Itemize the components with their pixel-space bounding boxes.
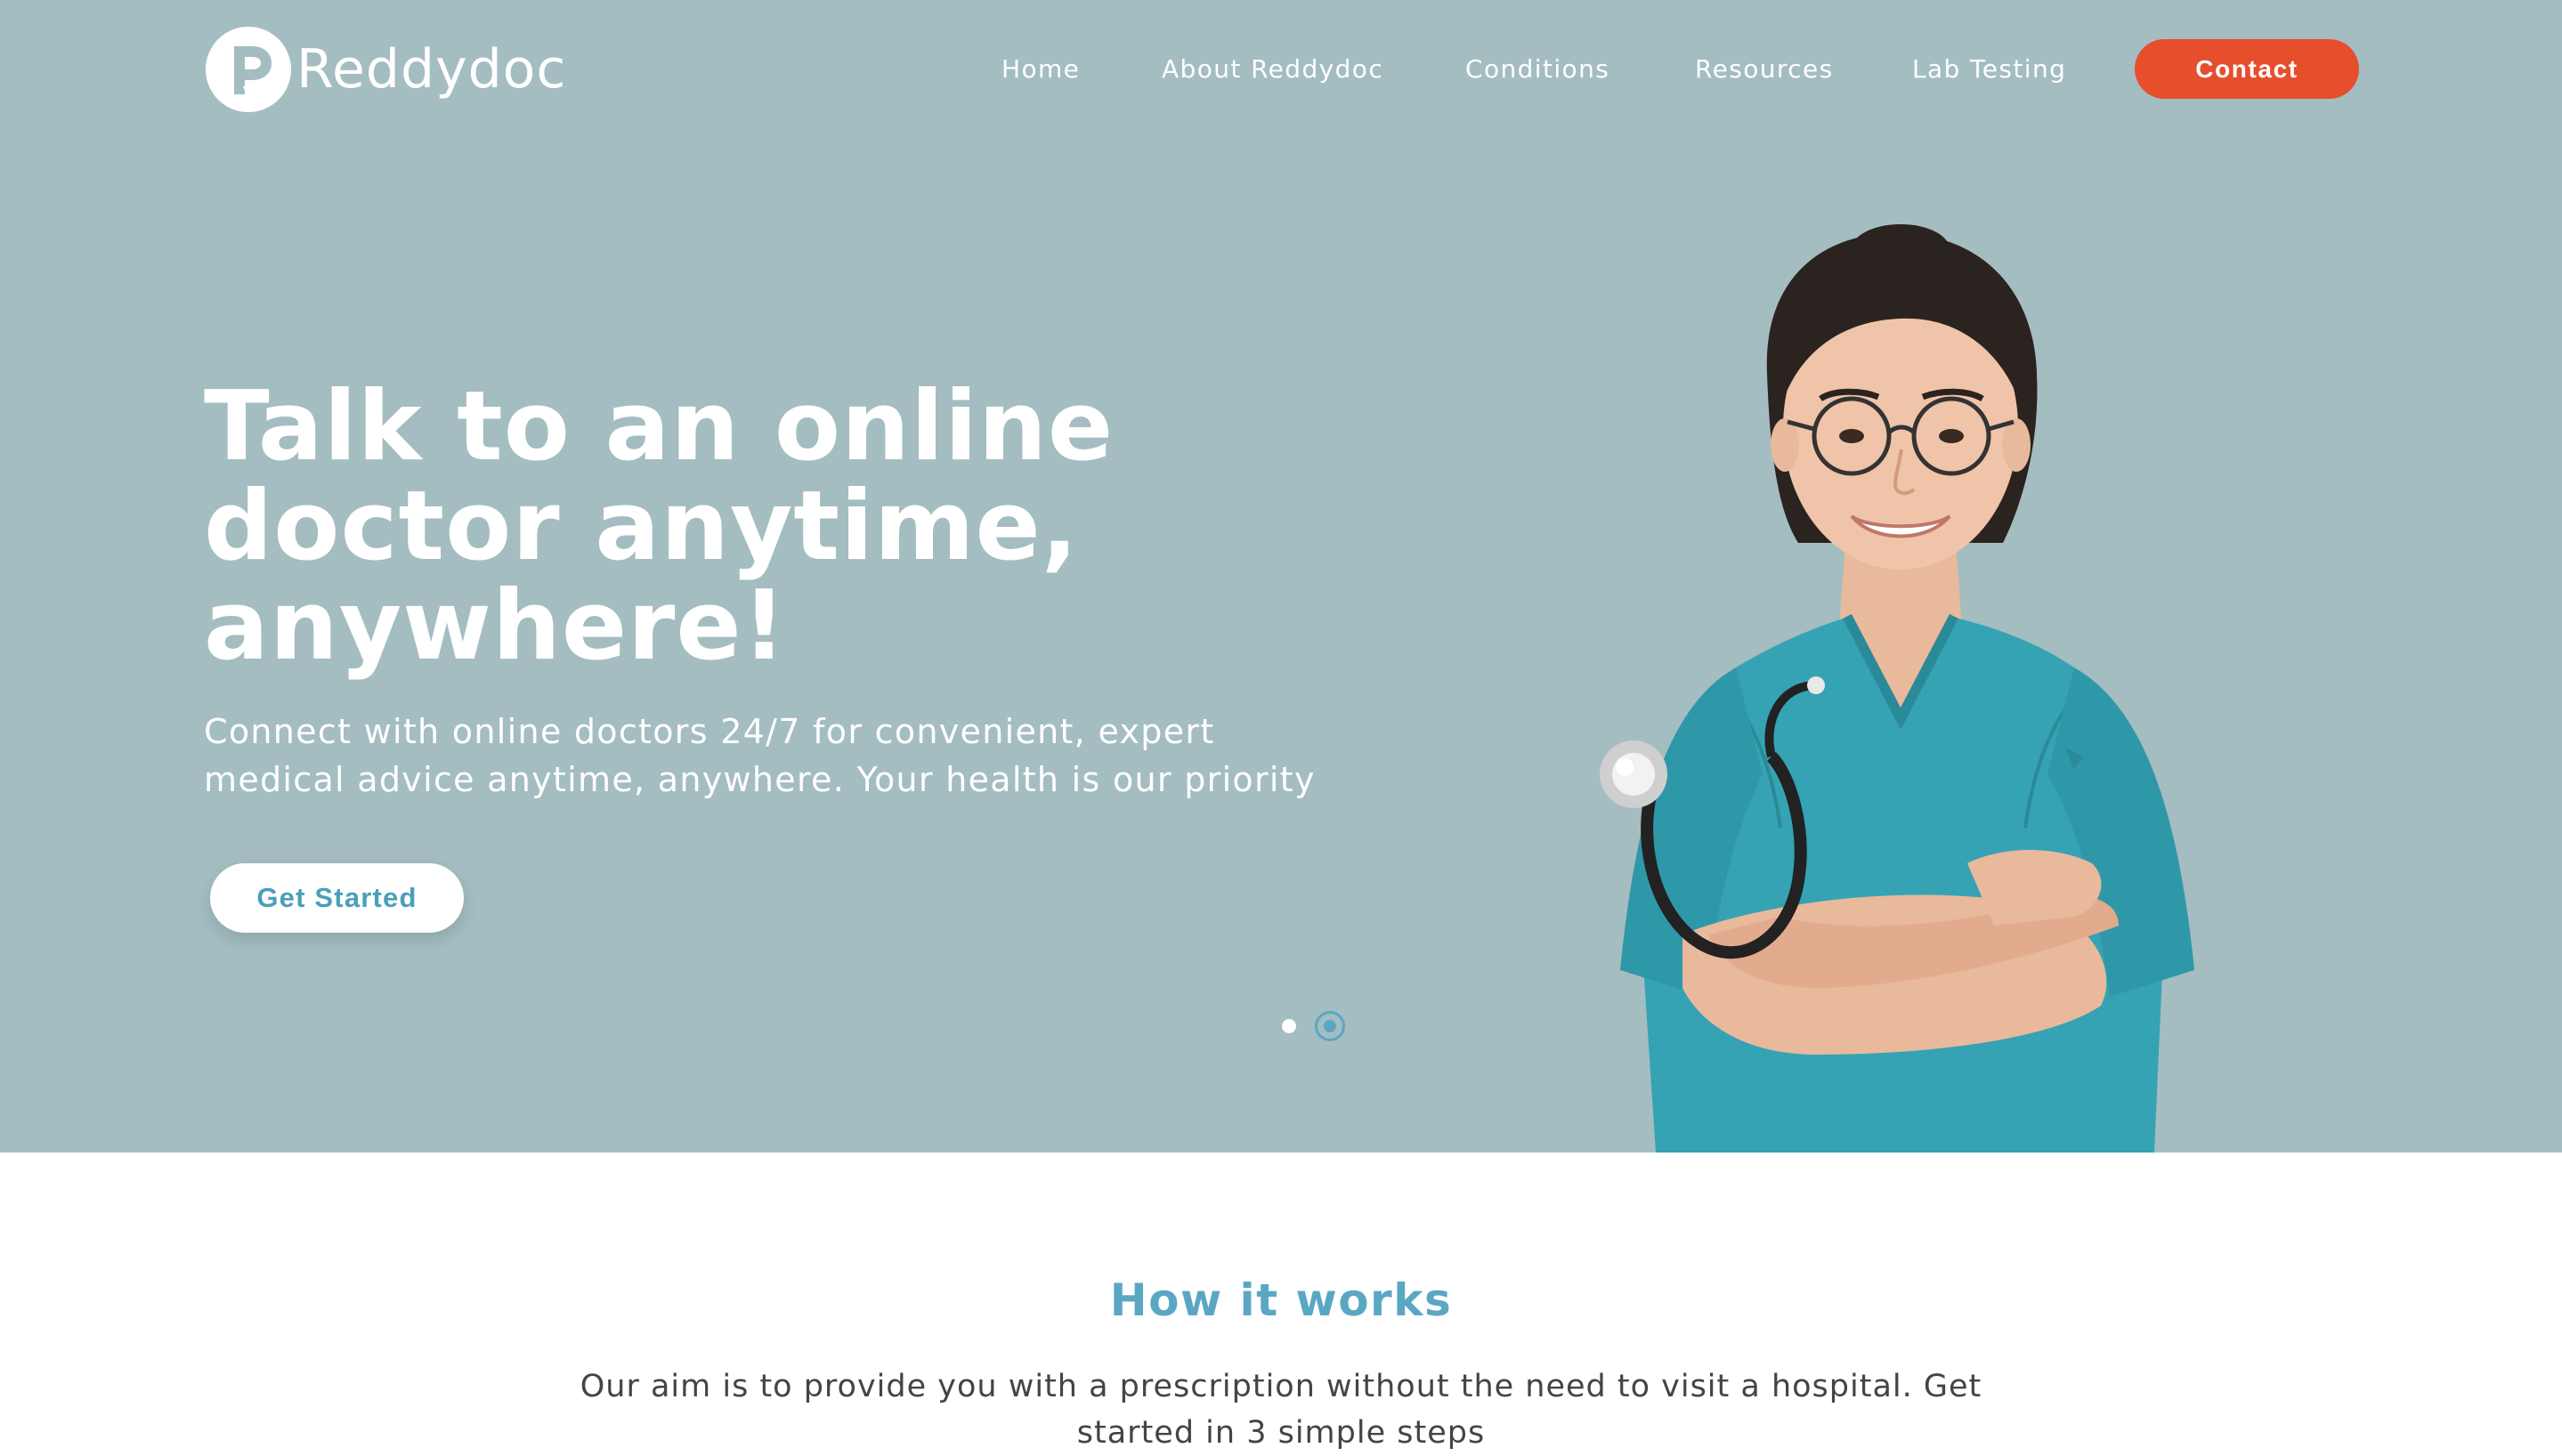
logo-text: Reddydoc [296,38,567,101]
get-started-button[interactable]: Get Started [210,863,464,933]
hero-title: Talk to an online doctor anytime, anywhe… [204,377,1272,676]
doctor-image [1549,222,2252,1153]
hero-title-line-2: doctor anytime, [204,471,1079,582]
hero-subtitle: Connect with online doctors 24/7 for con… [204,712,1316,799]
how-it-works-title: How it works [1109,1274,1453,1326]
logo[interactable]: Reddydoc [204,23,566,116]
nav-lab-testing[interactable]: Lab Testing [1912,39,2066,98]
slider-pagination [1275,1008,1355,1044]
nav-about[interactable]: About Reddydoc [1162,39,1383,98]
how-it-works-text: Our aim is to provide you with a prescri… [580,1369,1982,1451]
hero-section: Reddydoc Home About Reddydoc Conditions … [0,0,2562,1153]
hero-title-line-3: anywhere! [204,570,787,682]
nav-home[interactable]: Home [1001,39,1080,98]
slide-dot-1[interactable] [1282,1019,1296,1033]
nav-conditions[interactable]: Conditions [1465,39,1609,98]
logo-mark-icon [204,25,293,114]
nav-resources[interactable]: Resources [1695,39,1834,98]
slide-dot-2-active[interactable] [1315,1011,1345,1041]
contact-button[interactable]: Contact [2135,39,2359,99]
hero-title-line-1: Talk to an online [204,371,1115,482]
